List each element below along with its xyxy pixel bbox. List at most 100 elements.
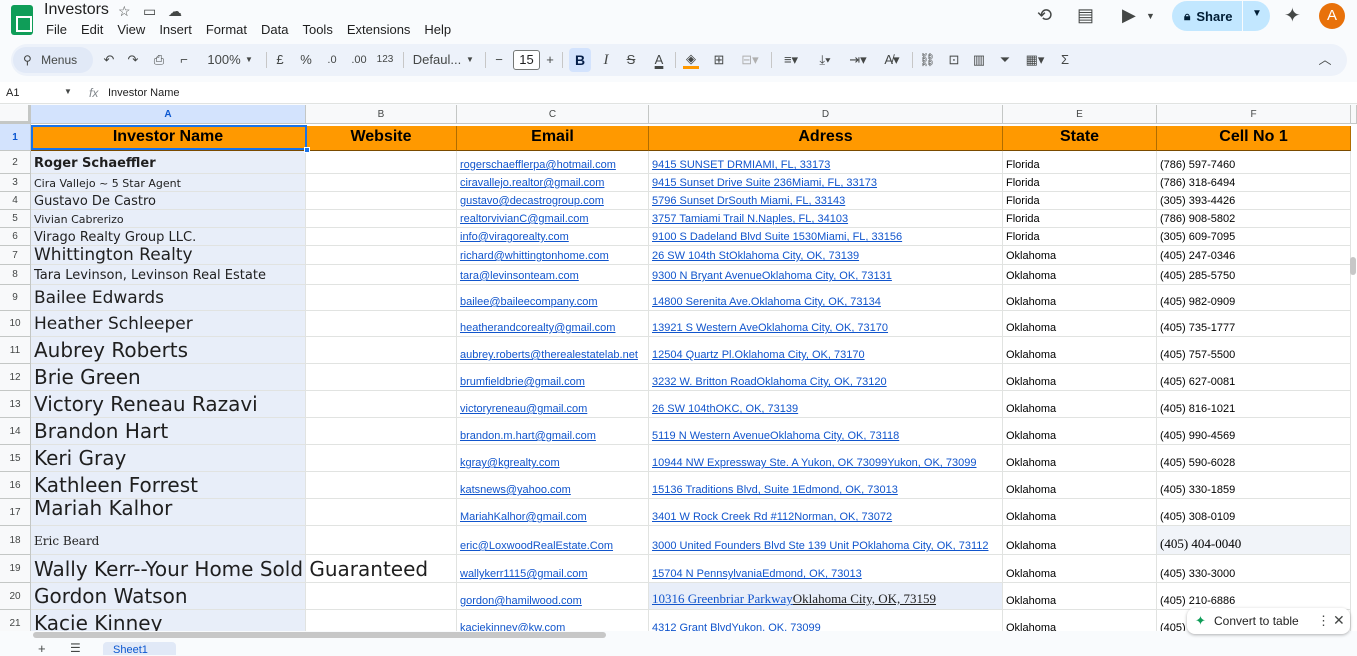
cell-email[interactable]: kaciekinney@kw.com [457,610,649,631]
cloud-status-icon[interactable]: ☁ [168,3,182,20]
cell-website[interactable] [306,610,457,631]
cell-investor-name[interactable]: Whittington Realty [31,246,306,265]
cell-website[interactable] [306,391,457,418]
cell-phone[interactable]: (405) 982-0909 [1157,285,1351,311]
cell-address[interactable]: 9415 SUNSET DRMIAMI, FL, 33173 [649,151,1003,174]
row-header-1[interactable]: 1 [0,124,31,151]
comments-icon[interactable]: ▤ [1077,5,1094,26]
header-cell-c[interactable]: Email [457,126,649,151]
cell-address[interactable]: 15704 N PennsylvaniaEdmond, OK, 73013 [649,555,1003,583]
email-link[interactable]: heatherandcorealty@gmail.com [460,322,615,334]
row-header-6[interactable]: 6 [0,228,31,246]
cell-website[interactable] [306,472,457,499]
row-header-5[interactable]: 5 [0,210,31,228]
cell-email[interactable]: richard@whittingtonhome.com [457,246,649,265]
cell-phone[interactable]: (405) 308-0109 [1157,499,1351,526]
italic-button[interactable]: I [600,44,612,76]
address-link[interactable]: 3757 Tamiami Trail N.Naples, FL, 34103 [652,213,848,225]
menu-view[interactable]: View [117,22,145,37]
insert-comment-icon[interactable]: ⊡ [946,44,962,76]
header-cell-a[interactable]: Investor Name [31,126,306,151]
cell-email[interactable]: eric@LoxwoodRealEstate.Com [457,526,649,555]
text-rotation-icon[interactable]: A̸▾ [879,44,905,76]
cell-email[interactable]: brumfieldbrie@gmail.com [457,364,649,391]
cell-state[interactable]: Oklahoma [1003,583,1157,610]
currency-format-button[interactable]: £ [273,44,287,76]
address-link[interactable]: 26 SW 104th StOklahoma City, OK, 73139 [652,250,859,262]
header-cell-b[interactable]: Website [306,126,457,151]
menu-format[interactable]: Format [206,22,247,37]
font-dropdown-icon[interactable]: ▼ [465,44,475,76]
cell-phone[interactable]: (786) 908-5802 [1157,210,1351,228]
address-link[interactable]: 9300 N Bryant AvenueOklahoma City, OK, 7… [652,270,892,282]
row-header-20[interactable]: 20 [0,583,31,610]
cell-email[interactable]: realtorvivianC@gmail.com [457,210,649,228]
cell-investor-name[interactable]: Heather Schleeper [31,311,306,337]
address-link[interactable]: 10944 NW Expressway Ste. A Yukon, OK 730… [652,457,977,469]
address-link[interactable]: 13921 S Western AveOklahoma City, OK, 73… [652,322,888,334]
cell-email[interactable]: victoryreneau@gmail.com [457,391,649,418]
paint-format-icon[interactable]: ⌐ [176,44,192,76]
horizontal-align-icon[interactable]: ≡▾ [779,44,803,76]
cell-website[interactable] [306,265,457,285]
cell-state[interactable]: Oklahoma [1003,311,1157,337]
cell-email[interactable]: heatherandcorealty@gmail.com [457,311,649,337]
cell-state[interactable]: Oklahoma [1003,418,1157,445]
menu-file[interactable]: File [46,22,67,37]
cell-phone[interactable]: (405) 590-6028 [1157,445,1351,472]
font-select[interactable]: Defaul... [411,44,463,76]
font-size-input[interactable]: 15 [513,50,540,70]
cell-email[interactable]: gordon@hamilwood.com [457,583,649,610]
row-header-2[interactable]: 2 [0,151,31,174]
avatar[interactable]: A [1319,3,1345,29]
address-link[interactable]: 4312 Grant BlvdYukon, OK, 73099 [652,622,821,631]
cell-phone[interactable]: (405) 210-6886 [1157,583,1351,610]
cell-phone[interactable]: (405) 247-0346 [1157,246,1351,265]
email-link[interactable]: wallykerr1115@gmail.com [460,568,588,580]
meet-dropdown-icon[interactable]: ▼ [1146,11,1155,21]
cell-website[interactable] [306,192,457,210]
email-link[interactable]: aubrey.roberts@therealestatelab.net [460,349,638,361]
cell-investor-name[interactable]: Gustavo De Castro [31,192,306,210]
cell-investor-name[interactable]: Brandon Hart [31,418,306,445]
convert-to-table-chip[interactable]: ✦ Convert to table ⋮ ✕ [1187,608,1350,634]
cell-email[interactable]: ciravallejo.realtor@gmail.com [457,174,649,192]
vertical-align-icon[interactable]: ⤓▾ [813,44,837,76]
cell-phone[interactable]: (405) 330-1859 [1157,472,1351,499]
cell-website[interactable] [306,364,457,391]
filter-icon[interactable]: ⏷ [997,44,1013,76]
cell-website[interactable] [306,337,457,364]
more-options-icon[interactable]: ⋮ [1317,613,1330,629]
number-format-button[interactable]: 123 [375,44,395,76]
cell-investor-name[interactable]: Victory Reneau Razavi [31,391,306,418]
cell-state[interactable]: Florida [1003,228,1157,246]
cell-website[interactable] [306,210,457,228]
email-link[interactable]: info@viragorealty.com [460,231,569,243]
address-link[interactable]: 14800 Serenita Ave.Oklahoma City, OK, 73… [652,296,881,308]
cell-address[interactable]: 3000 United Founders Blvd Ste 139 Unit P… [649,526,1003,555]
email-link[interactable]: MariahKalhor@gmail.com [460,511,587,523]
cell-state[interactable]: Oklahoma [1003,526,1157,555]
row-header-18[interactable]: 18 [0,526,31,555]
email-link[interactable]: rogerschaefflerpa@hotmail.com [460,159,616,171]
header-cell-e[interactable]: State [1003,126,1157,151]
row-header-19[interactable]: 19 [0,555,31,583]
cell-state[interactable]: Oklahoma [1003,391,1157,418]
cell-phone[interactable]: (786) 597-7460 [1157,151,1351,174]
menu-tools[interactable]: Tools [302,22,332,37]
cell-address[interactable]: 3232 W. Britton RoadOklahoma City, OK, 7… [649,364,1003,391]
address-link[interactable]: 26 SW 104thOKC, OK, 73139 [652,403,798,415]
email-link[interactable]: bailee@baileecompany.com [460,296,598,308]
star-icon[interactable]: ☆ [118,3,131,20]
email-link[interactable]: katsnews@yahoo.com [460,484,571,496]
cell-email[interactable]: rogerschaefflerpa@hotmail.com [457,151,649,174]
cell-email[interactable]: tara@levinsonteam.com [457,265,649,285]
cell-state[interactable]: Oklahoma [1003,445,1157,472]
zoom-dropdown-icon[interactable]: ▼ [244,44,254,76]
column-header-b[interactable]: B [306,105,457,124]
cell-phone[interactable]: (405) 816-1021 [1157,391,1351,418]
cell-email[interactable]: MariahKalhor@gmail.com [457,499,649,526]
name-box-dropdown-icon[interactable]: ▼ [64,87,72,96]
address-link[interactable]: 3000 United Founders Blvd Ste 139 Unit P… [652,540,989,552]
address-link[interactable]: 3401 W Rock Creek Rd #112Norman, OK, 730… [652,511,892,523]
